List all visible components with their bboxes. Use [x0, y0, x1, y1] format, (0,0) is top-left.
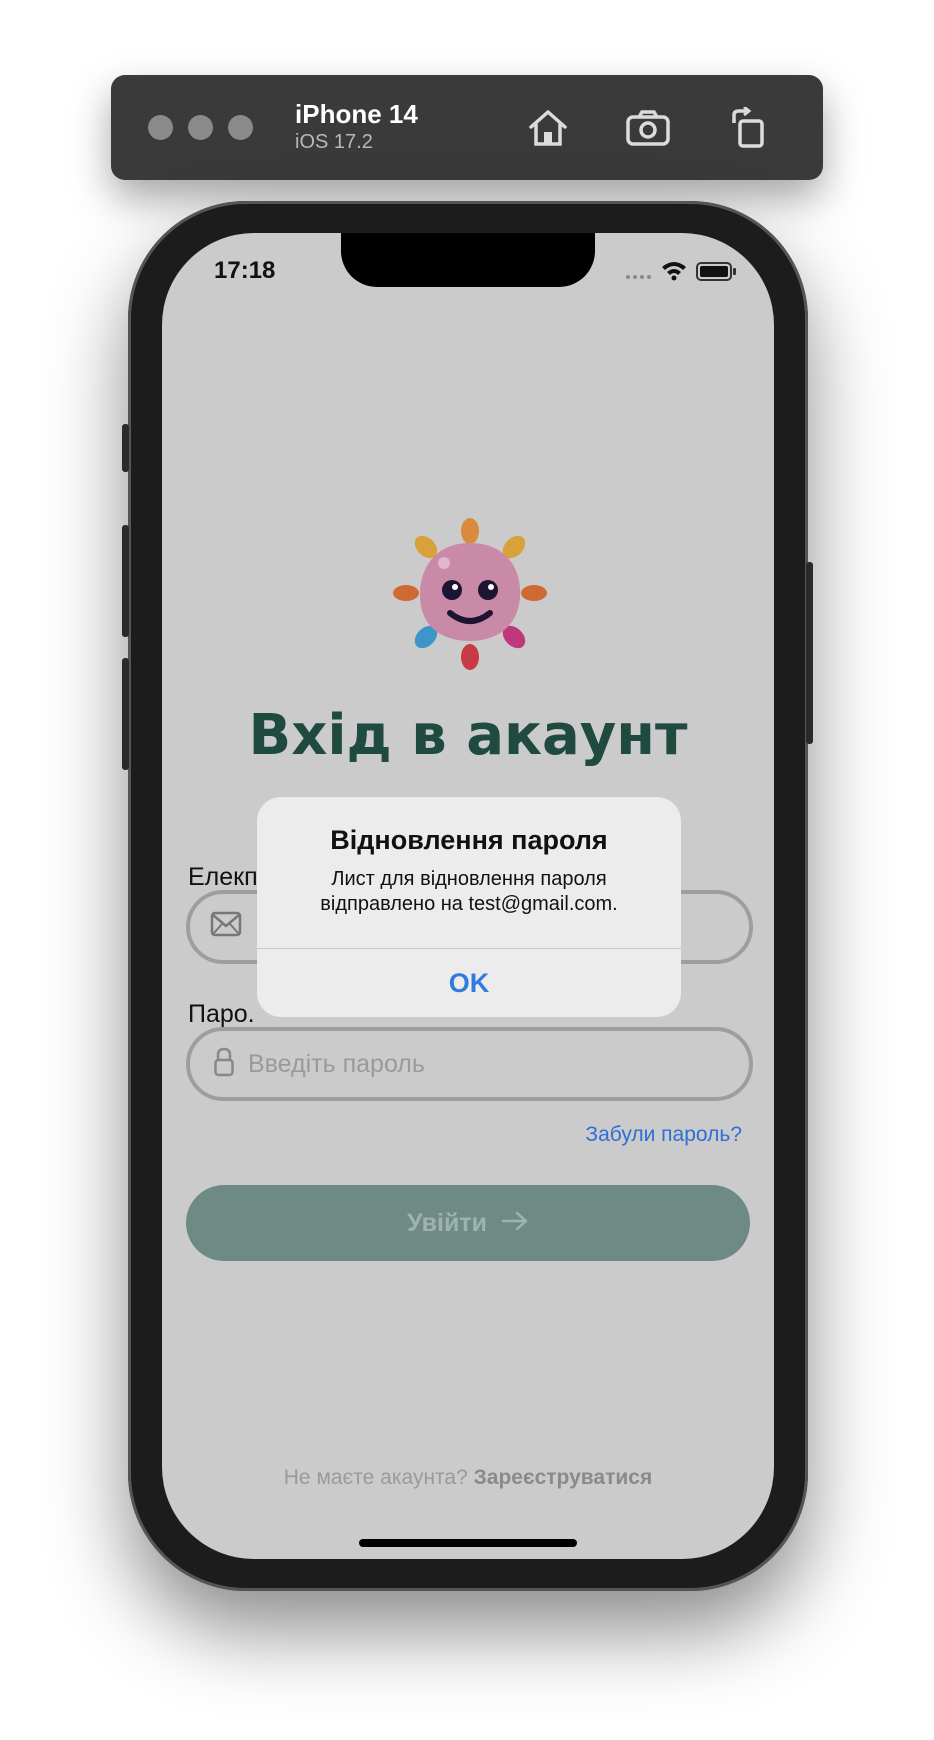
alert-title: Відновлення пароля — [330, 825, 608, 855]
email-label: Елекп — [188, 863, 258, 891]
password-placeholder: Введіть пароль — [248, 1050, 425, 1078]
volume-down-button — [122, 658, 129, 770]
page-title: Вхід в акаунт — [248, 703, 688, 768]
notch — [341, 233, 595, 287]
signup-prompt-text: Не маєте акаунта? — [283, 1466, 468, 1489]
battery-icon — [696, 262, 736, 281]
alert-message-line1: Лист для відновлення пароля — [331, 868, 607, 890]
status-icons — [604, 257, 744, 287]
window-close-button[interactable] — [148, 115, 173, 140]
device-name: iPhone 14 — [295, 99, 418, 129]
password-field[interactable]: Введіть пароль — [186, 1027, 753, 1101]
volume-up-button — [122, 525, 129, 637]
lock-icon — [214, 1047, 234, 1082]
os-version: iOS 17.2 — [295, 131, 373, 153]
action-button — [122, 424, 129, 472]
forgot-password-link[interactable]: Забули пароль? — [585, 1123, 742, 1147]
simulator-toolbar: iPhone 14 iOS 17.2 — [111, 75, 823, 180]
alert-message-line2: відправлено на test@gmail.com. — [320, 893, 618, 915]
home-icon[interactable] — [523, 103, 573, 153]
cellular-signal-icon — [626, 275, 651, 279]
arrow-right-icon — [501, 1207, 529, 1239]
power-button — [806, 562, 813, 744]
login-button[interactable]: Увійти — [186, 1185, 750, 1261]
phone-screen: 17:18 Вхід в акаунт Елекп Паро. Введіть … — [162, 233, 774, 1559]
alert-ok-button[interactable]: OK — [257, 949, 681, 1017]
login-button-label: Увійти — [407, 1208, 487, 1237]
signup-prompt: Не маєте акаунта? Зареєструватися — [162, 1466, 774, 1490]
mascot-logo-icon — [388, 513, 552, 677]
signup-link[interactable]: Зареєструватися — [474, 1466, 653, 1489]
window-minimize-button[interactable] — [188, 115, 213, 140]
mail-icon — [210, 911, 242, 942]
screenshot-icon[interactable] — [623, 103, 673, 153]
alert-message: Лист для відновлення пароля відправлено … — [277, 867, 661, 917]
status-time: 17:18 — [214, 257, 276, 284]
rotate-icon[interactable] — [723, 103, 773, 153]
window-zoom-button[interactable] — [228, 115, 253, 140]
password-reset-alert: Відновлення пароля Лист для відновлення … — [257, 797, 681, 1017]
home-indicator[interactable] — [359, 1539, 577, 1547]
wifi-icon — [662, 262, 686, 281]
password-label: Паро. — [188, 1000, 255, 1028]
